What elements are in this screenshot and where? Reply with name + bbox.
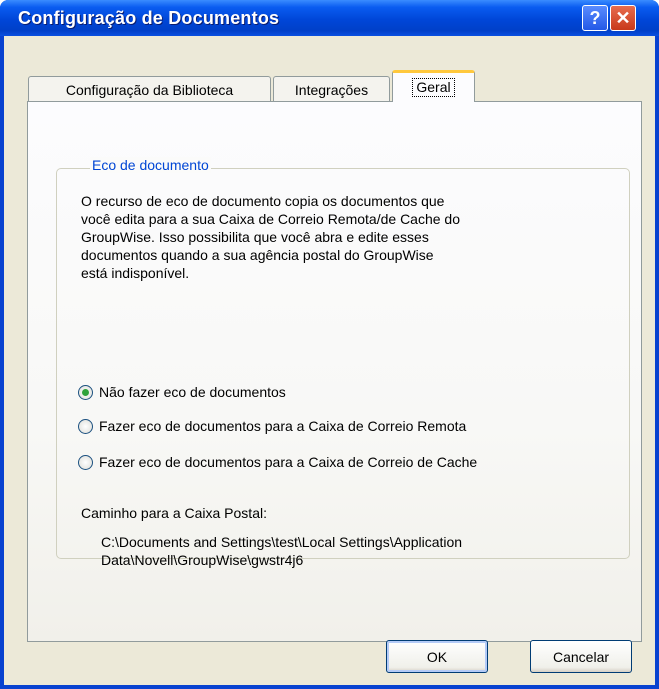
description-line: documentos quando a sua agência postal d… (81, 247, 434, 263)
path-line: C:\Documents and Settings\test\Local Set… (101, 534, 463, 550)
tab-integracoes[interactable]: Integrações (273, 76, 390, 102)
description-line: você edita para a sua Caixa de Correio R… (81, 211, 460, 227)
radio-eco-cache[interactable]: Fazer eco de documentos para a Caixa de … (78, 454, 477, 470)
group-legend: Eco de documento (90, 157, 211, 173)
tab-panel-geral: Eco de documento O recurso de eco de doc… (27, 101, 642, 642)
description-line: GroupWise. Isso possibilita que você abr… (81, 229, 429, 245)
title-bar[interactable]: Configuração de Documentos ? ✕ (0, 0, 659, 36)
radio-nao-fazer-eco[interactable]: Não fazer eco de documentos (78, 384, 286, 400)
close-button[interactable]: ✕ (610, 5, 636, 31)
dialog-client-area: Configuração da Biblioteca Integrações G… (4, 36, 655, 685)
cancel-button[interactable]: Cancelar (530, 640, 632, 673)
tab-geral-label: Geral (412, 78, 455, 97)
radio-button-icon[interactable] (78, 384, 93, 400)
description-line: O recurso de eco de documento copia os d… (81, 193, 445, 209)
ok-button[interactable]: OK (386, 640, 488, 673)
description-text: O recurso de eco de documento copia os d… (81, 192, 621, 282)
radio-label[interactable]: Fazer eco de documentos para a Caixa de … (99, 454, 477, 470)
window-title: Configuração de Documentos (18, 8, 280, 28)
radio-label[interactable]: Não fazer eco de documentos (99, 384, 286, 400)
help-button[interactable]: ? (582, 5, 608, 31)
tab-configuracao-biblioteca[interactable]: Configuração da Biblioteca (28, 76, 271, 102)
description-line: está indisponível. (81, 265, 190, 281)
radio-eco-remota[interactable]: Fazer eco de documentos para a Caixa de … (78, 418, 466, 434)
path-label: Caminho para a Caixa Postal: (81, 505, 267, 521)
radio-button-icon[interactable] (78, 454, 93, 470)
tab-geral[interactable]: Geral (392, 70, 475, 102)
path-line: Data\Novell\GroupWise\gwstr4j6 (101, 552, 304, 568)
path-value: C:\Documents and Settings\test\Local Set… (101, 533, 641, 569)
radio-label[interactable]: Fazer eco de documentos para a Caixa de … (99, 418, 466, 434)
radio-button-icon[interactable] (78, 418, 93, 434)
